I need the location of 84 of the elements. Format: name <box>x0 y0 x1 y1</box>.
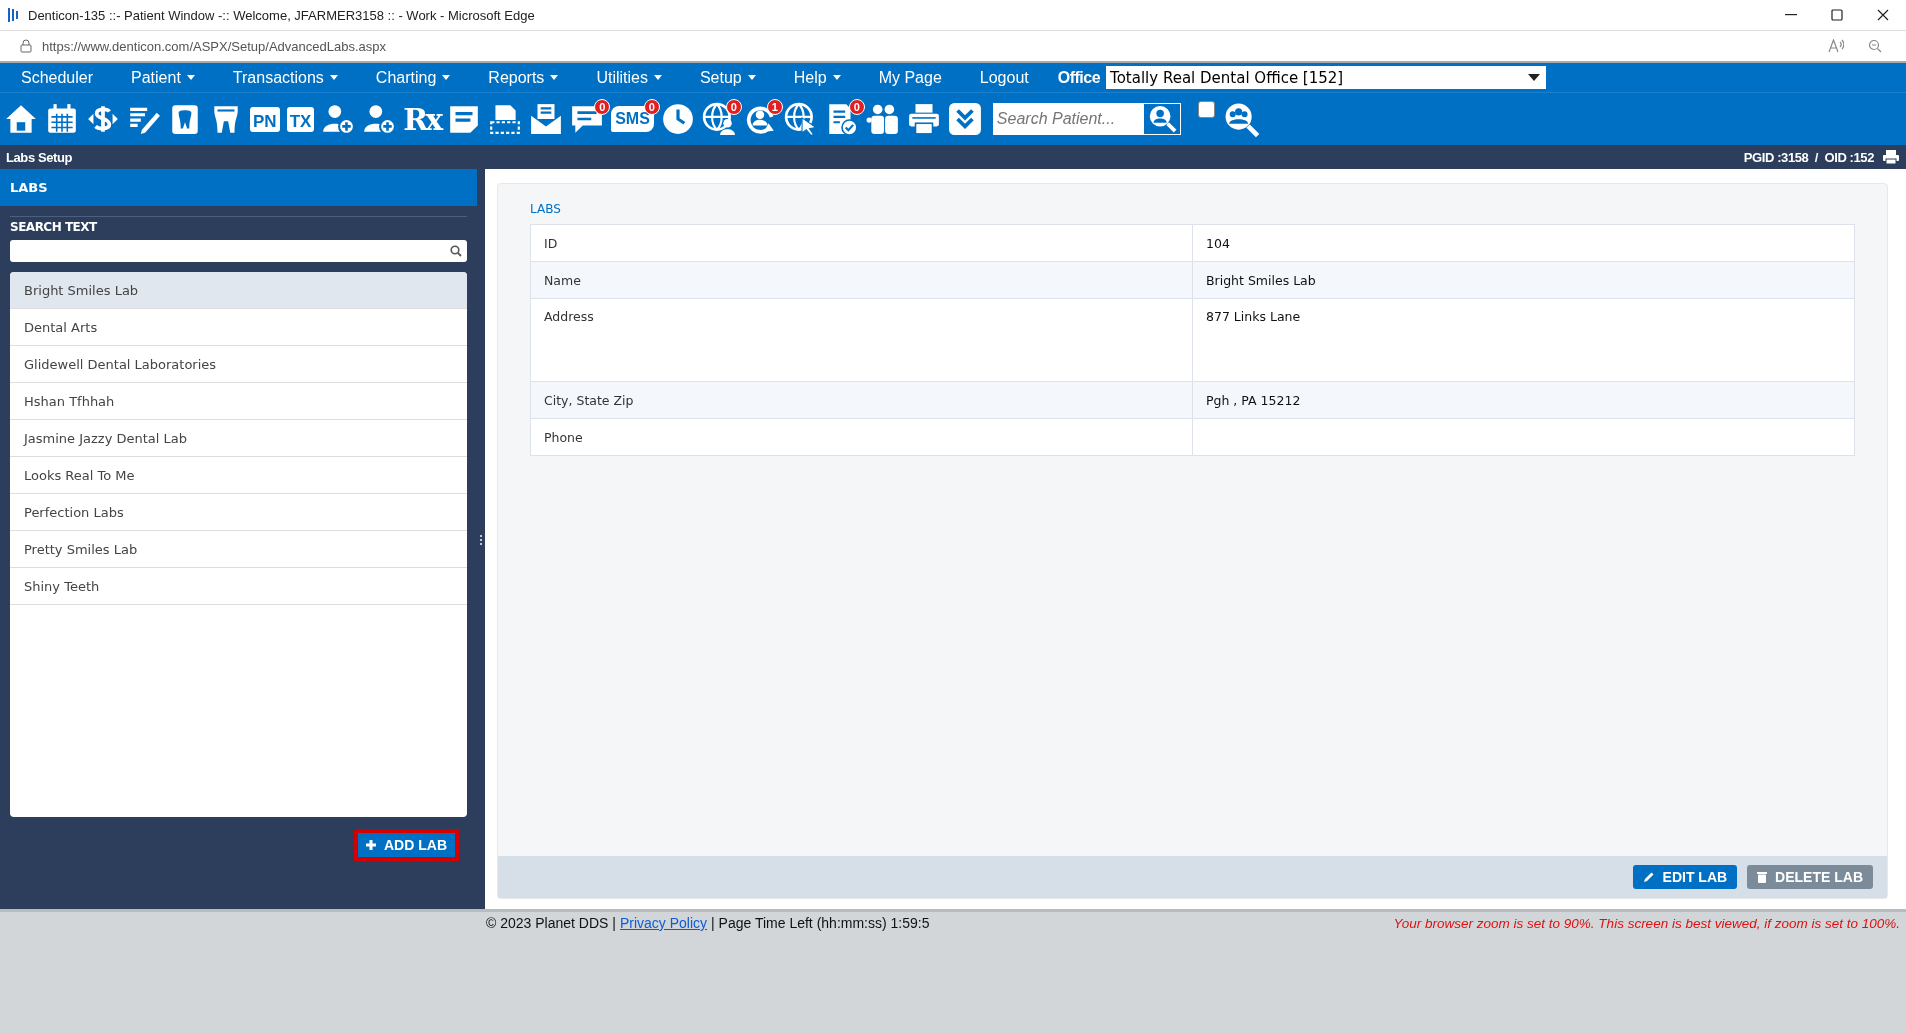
printer-icon[interactable] <box>906 102 941 136</box>
menu-item[interactable]: Transactions <box>215 68 355 87</box>
field-label: Phone <box>530 418 1193 456</box>
lab-list-item[interactable]: Glidewell Dental Laboratories <box>10 346 467 383</box>
caret-icon <box>653 75 662 80</box>
session-timer-text: | Page Time Left (hh:mm:ss) 1:59:5 <box>711 915 930 931</box>
lab-list-item[interactable]: Bright Smiles Lab <box>10 272 467 309</box>
privacy-policy-link[interactable]: Privacy Policy <box>619 915 708 931</box>
caret-icon <box>186 75 195 80</box>
search-field[interactable] <box>10 240 467 262</box>
minimize-icon[interactable] <box>1785 14 1797 16</box>
window-title: Denticon-135 ::- Patient Window -:: Welcome, JFARMER3158 :: - Work - Microsoft Edge <box>28 7 536 23</box>
patient-search-field[interactable]: Search Patient... <box>992 103 1143 135</box>
menu-item[interactable]: Patient <box>114 68 212 87</box>
person-add-icon[interactable] <box>321 102 356 136</box>
caret-icon <box>550 75 559 80</box>
chevrons-icon[interactable] <box>947 102 982 136</box>
close-icon[interactable] <box>1877 9 1889 21</box>
section-title: LABS <box>530 202 562 216</box>
page-title: Labs Setup <box>6 149 73 165</box>
calendar-icon[interactable] <box>45 102 79 136</box>
lab-list-item[interactable]: Perfection Labs <box>10 494 467 531</box>
person-add-icon[interactable] <box>362 102 397 136</box>
toolbar-rx-button[interactable]: Rx <box>403 101 441 137</box>
lock-icon <box>20 39 32 53</box>
menu-item[interactable]: My Page <box>861 68 959 87</box>
menu-item[interactable]: Scheduler <box>4 68 111 87</box>
zoom-out-icon[interactable] <box>1868 39 1882 53</box>
maximize-icon[interactable] <box>1831 9 1843 21</box>
read-aloud-icon[interactable] <box>1828 39 1844 53</box>
copyright-text: © 2023 Planet DDS | <box>486 915 616 931</box>
notification-badge: 0 <box>725 99 742 115</box>
lab-list-item[interactable]: Shiny Teeth <box>10 568 467 605</box>
add-lab-button[interactable]: ADD LAB <box>354 829 459 861</box>
toolbar-tag-button[interactable]: TX <box>286 106 315 132</box>
globe-person-icon[interactable] <box>701 102 736 136</box>
printer-icon[interactable] <box>1882 149 1900 165</box>
globe-cursor-icon[interactable] <box>783 102 818 136</box>
menu-item[interactable]: Reports <box>471 68 576 87</box>
caret-icon <box>329 75 338 80</box>
menu-item[interactable]: Charting <box>358 68 468 87</box>
plus-icon <box>366 840 376 850</box>
field-value: Bright Smiles Lab <box>1192 261 1855 299</box>
caret-icon <box>747 75 756 80</box>
zoom-warning-text: Your browser zoom is set to 90%. This screen is best viewed, if zoom is set to 100%. <box>1393 915 1900 931</box>
notification-badge: 0 <box>594 99 611 115</box>
lab-list-item[interactable]: Pretty Smiles Lab <box>10 531 467 568</box>
panel-header: LABS <box>0 169 477 206</box>
field-label: ID <box>530 224 1193 262</box>
menu-item[interactable]: Logout <box>962 68 1046 87</box>
search-icon[interactable] <box>450 245 462 257</box>
checkbox[interactable] <box>1197 101 1215 118</box>
lab-list-item[interactable]: Jasmine Jazzy Dental Lab <box>10 420 467 457</box>
menu-item[interactable]: Help <box>776 68 858 87</box>
pencil-icon <box>1642 871 1655 883</box>
people-icon[interactable] <box>865 102 900 136</box>
clock-icon[interactable] <box>660 102 695 136</box>
field-label: Address <box>530 298 1193 382</box>
mail-icon[interactable] <box>529 102 564 136</box>
app-logo-icon <box>8 7 20 23</box>
scanner-icon[interactable] <box>488 102 523 136</box>
field-value: 104 <box>1192 224 1855 262</box>
lab-list-item[interactable]: Dental Arts <box>10 309 467 346</box>
caret-icon <box>1528 74 1541 81</box>
field-value: 877 Links Lane <box>1192 298 1855 382</box>
trash-icon <box>1757 871 1768 883</box>
field-label: City, State Zip <box>530 381 1193 419</box>
search-label: SEARCH TEXT <box>10 216 467 234</box>
office-dropdown[interactable]: Totally Real Dental Office [152] <box>1106 66 1547 89</box>
caret-icon <box>442 75 451 80</box>
caret-icon <box>832 75 841 80</box>
lab-list-item[interactable]: Hshan Tfhhah <box>10 383 467 420</box>
page-ids: PGID :3158 / OID :152 <box>1743 149 1874 165</box>
field-value: Pgh , PA 15212 <box>1192 381 1855 419</box>
toolbar-tag-button[interactable]: PN <box>250 106 280 132</box>
edit-button[interactable]: EDIT LAB <box>1632 865 1738 889</box>
office-label: Office <box>1057 68 1101 87</box>
menu-item[interactable]: Setup <box>682 68 773 87</box>
menu-item[interactable]: Utilities <box>579 68 679 87</box>
delete-button[interactable]: DELETE LAB <box>1747 865 1873 889</box>
field-label: Name <box>530 261 1193 299</box>
notification-badge: 0 <box>848 99 865 115</box>
notification-badge: 1 <box>766 99 783 115</box>
lab-list-item[interactable]: Looks Real To Me <box>10 457 467 494</box>
